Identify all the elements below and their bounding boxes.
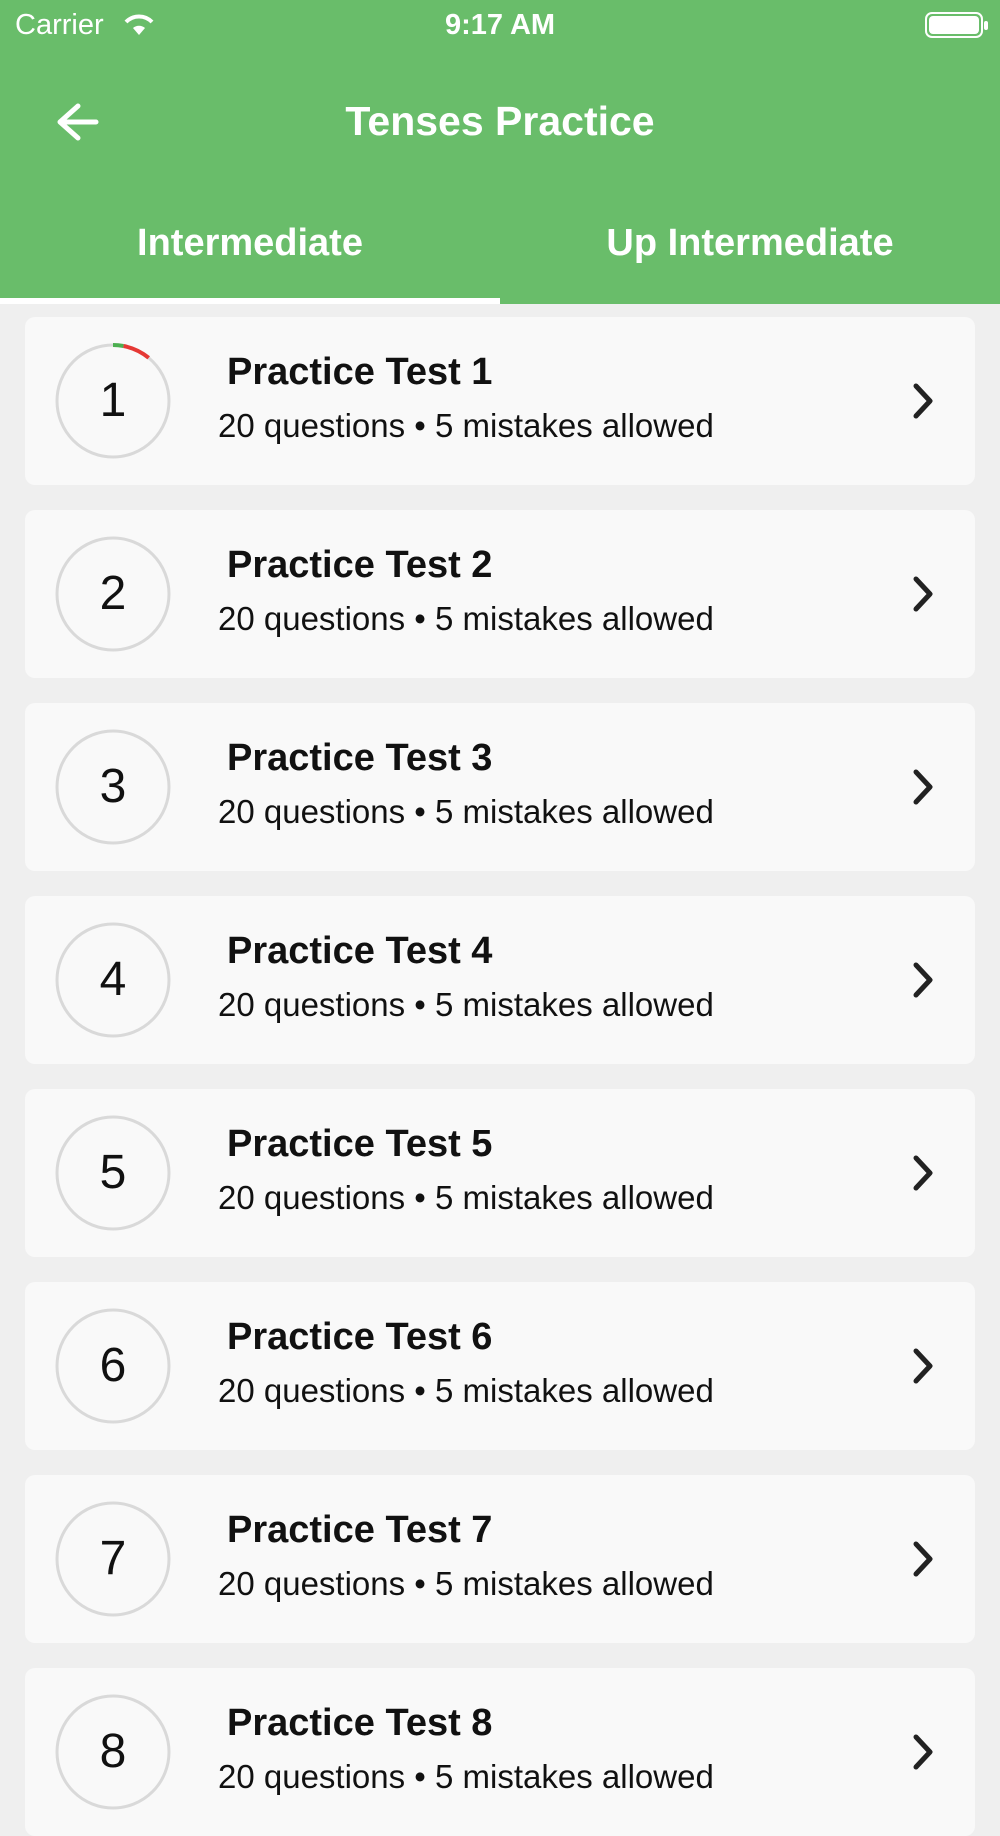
tab-selection-indicator xyxy=(0,298,500,304)
chevron-right-icon xyxy=(913,383,933,419)
test-title: Practice Test 3 xyxy=(227,737,493,779)
test-title: Practice Test 6 xyxy=(227,1316,493,1358)
test-title: Practice Test 5 xyxy=(227,1123,493,1165)
test-number: 2 xyxy=(99,567,127,620)
tab-up-intermediate[interactable]: Up Intermediate xyxy=(500,222,1000,265)
test-subtitle: 20 questions • 5 mistakes allowed xyxy=(218,1565,714,1602)
practice-test-card[interactable]: 5 Practice Test 5 20 questions • 5 mistake… xyxy=(25,1089,975,1257)
page-title: Tenses Practice xyxy=(345,98,655,144)
chevron-right-icon xyxy=(913,576,933,612)
test-number: 8 xyxy=(99,1725,127,1778)
test-title: Practice Test 4 xyxy=(227,930,493,972)
test-title: Practice Test 7 xyxy=(227,1509,493,1551)
test-subtitle: 20 questions • 5 mistakes allowed xyxy=(218,1372,714,1409)
practice-test-card[interactable]: 2 Practice Test 2 20 questions • 5 mistake… xyxy=(25,510,975,678)
test-number: 4 xyxy=(99,953,127,1006)
test-subtitle: 20 questions • 5 mistakes allowed xyxy=(218,407,714,444)
chevron-right-icon xyxy=(913,962,933,998)
test-subtitle: 20 questions • 5 mistakes allowed xyxy=(218,986,714,1023)
practice-test-card[interactable]: 3 Practice Test 3 20 questions • 5 mistake… xyxy=(25,703,975,871)
practice-test-card[interactable]: 8 Practice Test 8 20 questions • 5 mistake… xyxy=(25,1668,975,1836)
practice-test-card[interactable]: 7 Practice Test 7 20 questions • 5 mistake… xyxy=(25,1475,975,1643)
test-title: Practice Test 1 xyxy=(227,351,493,393)
practice-test-card[interactable]: 6 Practice Test 6 20 questions • 5 mistake… xyxy=(25,1282,975,1450)
test-title: Practice Test 2 xyxy=(227,544,493,586)
test-number: 3 xyxy=(99,760,127,813)
chevron-right-icon xyxy=(913,769,933,805)
chevron-right-icon xyxy=(913,1348,933,1384)
test-subtitle: 20 questions • 5 mistakes allowed xyxy=(218,793,714,830)
status-time: 9:17 AM xyxy=(444,9,556,41)
practice-test-card[interactable]: 1 Practice Test 1 20 questions • 5 mistake… xyxy=(25,317,975,485)
test-number: 5 xyxy=(99,1146,127,1199)
test-number: 7 xyxy=(99,1532,127,1585)
chevron-right-icon xyxy=(913,1541,933,1577)
chevron-right-icon xyxy=(913,1734,933,1770)
test-title: Practice Test 8 xyxy=(227,1702,493,1744)
test-number: 1 xyxy=(99,374,127,427)
test-subtitle: 20 questions • 5 mistakes allowed xyxy=(218,1179,714,1216)
test-subtitle: 20 questions • 5 mistakes allowed xyxy=(218,1758,714,1795)
test-number: 6 xyxy=(99,1339,127,1392)
status-bar: Carrier 9:17 AM xyxy=(0,0,1000,50)
test-subtitle: 20 questions • 5 mistakes allowed xyxy=(218,600,714,637)
battery-icon xyxy=(925,12,988,38)
tab-intermediate[interactable]: Intermediate xyxy=(0,222,500,265)
app-header: Carrier 9:17 AM Tenses Practice Intermed… xyxy=(0,0,1000,304)
practice-test-card[interactable]: 4 Practice Test 4 20 questions • 5 mistake… xyxy=(25,896,975,1064)
chevron-right-icon xyxy=(913,1155,933,1191)
